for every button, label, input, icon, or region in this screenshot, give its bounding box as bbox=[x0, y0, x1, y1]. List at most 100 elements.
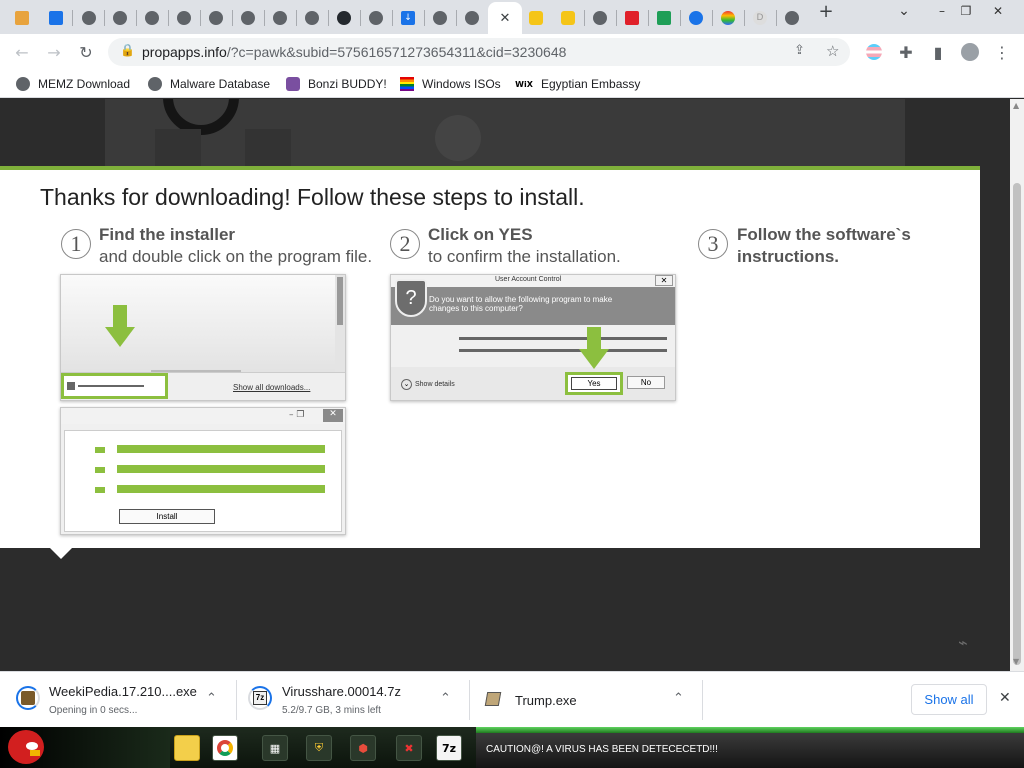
tab-extensions[interactable] bbox=[42, 4, 70, 32]
globe-icon bbox=[465, 11, 479, 25]
illus-bar bbox=[117, 445, 325, 453]
bookmark-label: Egyptian Embassy bbox=[541, 77, 641, 91]
address-bar[interactable]: 🔒 propapps.info/?c=pawk&subid=5756165712… bbox=[108, 38, 850, 66]
globe-icon bbox=[305, 11, 319, 25]
show-all-button[interactable]: Show all bbox=[911, 684, 987, 715]
globe-icon bbox=[241, 11, 255, 25]
tab-downloads[interactable]: ↓ bbox=[394, 4, 422, 32]
reload-button[interactable]: ↻ bbox=[74, 40, 98, 64]
url-text[interactable]: propapps.info/?c=pawk&subid=575616571273… bbox=[142, 44, 566, 60]
error-icon[interactable]: ✖ bbox=[396, 735, 422, 761]
tab-globe-6[interactable] bbox=[234, 4, 262, 32]
chevron-up-icon[interactable]: ⌃ bbox=[440, 691, 451, 706]
tab-globe-10[interactable] bbox=[426, 4, 454, 32]
forward-button[interactable]: → bbox=[42, 40, 66, 64]
tab-globe-2[interactable] bbox=[106, 4, 134, 32]
green-arrow-shaft bbox=[587, 327, 601, 351]
tab-globe-7[interactable] bbox=[266, 4, 294, 32]
step-3-title: Follow the software`s bbox=[737, 225, 911, 244]
card-pointer bbox=[50, 548, 72, 559]
tab-globe-5[interactable] bbox=[202, 4, 230, 32]
seven-zip-icon[interactable]: 7z bbox=[436, 735, 462, 761]
download-item-trump[interactable]: Trump.exe ⌃ bbox=[470, 672, 702, 728]
profile-avatar-icon[interactable] bbox=[958, 40, 982, 64]
extensions-puzzle-icon[interactable]: ✚ bbox=[894, 40, 918, 64]
folder-icon[interactable] bbox=[174, 735, 200, 761]
illus-line bbox=[459, 337, 667, 340]
github-icon bbox=[337, 11, 351, 25]
page-scrollbar[interactable]: ▲ ▼ bbox=[1010, 99, 1024, 671]
tab-honey-2[interactable] bbox=[554, 4, 582, 32]
bookmark-memz[interactable]: MEMZ Download bbox=[16, 76, 130, 92]
chrome-icon[interactable] bbox=[212, 735, 238, 761]
satellite-dish-icon: ⌁ bbox=[958, 633, 968, 652]
tab-globe-9[interactable] bbox=[362, 4, 390, 32]
tab-d[interactable]: D bbox=[746, 4, 774, 32]
step-1-title: Find the installer bbox=[99, 225, 236, 244]
bookmark-bonzi-buddy[interactable]: Bonzi BUDDY! bbox=[286, 76, 387, 92]
tab-globe-11[interactable] bbox=[458, 4, 486, 32]
scroll-down-icon[interactable]: ▼ bbox=[1013, 657, 1019, 666]
bookmark-malware-database[interactable]: Malware Database bbox=[148, 76, 270, 92]
step-2-subtitle: to confirm the installation. bbox=[428, 247, 621, 266]
window-close-icon[interactable]: ✕ bbox=[984, 2, 1012, 20]
tab-globe-4[interactable] bbox=[170, 4, 198, 32]
close-icon[interactable]: ✕ bbox=[500, 11, 511, 26]
chevron-up-icon[interactable]: ⌃ bbox=[206, 691, 217, 706]
illus-line bbox=[78, 385, 144, 387]
tab-globe-8[interactable] bbox=[298, 4, 326, 32]
globe-icon bbox=[16, 77, 30, 91]
new-tab-button[interactable]: + bbox=[812, 1, 840, 22]
tab-sheets[interactable] bbox=[650, 4, 678, 32]
tab-separator bbox=[456, 10, 457, 26]
shield-icon[interactable]: ⛨ bbox=[306, 735, 332, 761]
antivirus-icon[interactable]: ⬢ bbox=[350, 735, 376, 761]
trans-flag-extension-icon[interactable] bbox=[862, 40, 886, 64]
bookmarks-bar: MEMZ Download Malware Database Bonzi BUD… bbox=[0, 70, 1024, 98]
tab-favicon-puzzle[interactable] bbox=[8, 4, 36, 32]
chevron-up-icon[interactable]: ⌃ bbox=[673, 691, 684, 706]
messenger-icon bbox=[435, 115, 481, 161]
lock-icon: 🔒 bbox=[120, 43, 135, 57]
tab-honey-1[interactable] bbox=[522, 4, 550, 32]
side-panel-icon[interactable]: ▮ bbox=[926, 40, 950, 64]
illus-install-button: Install bbox=[119, 509, 215, 524]
archive-file-icon: 7z bbox=[253, 691, 267, 705]
tab-shield[interactable] bbox=[618, 4, 646, 32]
scrollbar-thumb[interactable] bbox=[1013, 183, 1021, 665]
tab-active-close[interactable]: ✕ bbox=[488, 2, 522, 34]
scroll-up-icon[interactable]: ▲ bbox=[1013, 101, 1019, 110]
restore-icon[interactable]: ❐ bbox=[952, 2, 980, 20]
share-icon[interactable]: ⇪ bbox=[794, 43, 805, 58]
tab-github[interactable] bbox=[330, 4, 358, 32]
download-item-weekipedia[interactable]: WeekiPedia.17.210....exe Opening in 0 se… bbox=[0, 672, 236, 728]
browser-toolbar: ← → ↻ 🔒 propapps.info/?c=pawk&subid=5756… bbox=[0, 34, 1024, 70]
globe-icon bbox=[209, 11, 223, 25]
close-shelf-icon[interactable]: ✕ bbox=[999, 690, 1011, 706]
angry-bird-start-icon[interactable] bbox=[8, 730, 44, 764]
back-button[interactable]: ← bbox=[10, 40, 34, 64]
tab-separator bbox=[616, 10, 617, 26]
download-shelf: WeekiPedia.17.210....exe Opening in 0 se… bbox=[0, 671, 1024, 727]
url-path: /?c=pawk&subid=575616571273654311&cid=32… bbox=[226, 44, 567, 60]
download-item-virusshare[interactable]: 7z Virusshare.00014.7z 5.2/9.7 GB, 3 min… bbox=[237, 672, 469, 728]
tab-separator bbox=[200, 10, 201, 26]
tab-globe-3[interactable] bbox=[138, 4, 166, 32]
tab-globe-12[interactable] bbox=[586, 4, 614, 32]
illus-yes-button: Yes bbox=[571, 377, 617, 390]
illus-window-controls: – ❐ bbox=[289, 410, 305, 420]
tab-search[interactable] bbox=[682, 4, 710, 32]
install-instructions-card: Thanks for downloading! Follow these ste… bbox=[0, 166, 980, 548]
tab-rainbow[interactable] bbox=[714, 4, 742, 32]
bookmark-egyptian-embassy[interactable]: WiX Egyptian Embassy bbox=[515, 76, 640, 92]
bookmark-star-icon[interactable]: ☆ bbox=[826, 42, 839, 60]
tab-globe-1[interactable] bbox=[75, 4, 103, 32]
menu-kebab-icon[interactable]: ⋮ bbox=[990, 40, 1014, 64]
virus-warning-window[interactable]: CAUTION@! A VIRUS HAS BEEN DETECECETD!!! bbox=[476, 733, 1024, 768]
tab-search-button[interactable]: ⌄ bbox=[890, 2, 918, 20]
download-name: Trump.exe bbox=[515, 693, 577, 708]
bookmark-windows-isos[interactable]: Windows ISOs bbox=[400, 76, 501, 92]
tab-globe-13[interactable] bbox=[778, 4, 806, 32]
illustration-installer-window: – ❐ ✕ Install bbox=[60, 407, 346, 535]
app-icon[interactable]: ▦ bbox=[262, 735, 288, 761]
